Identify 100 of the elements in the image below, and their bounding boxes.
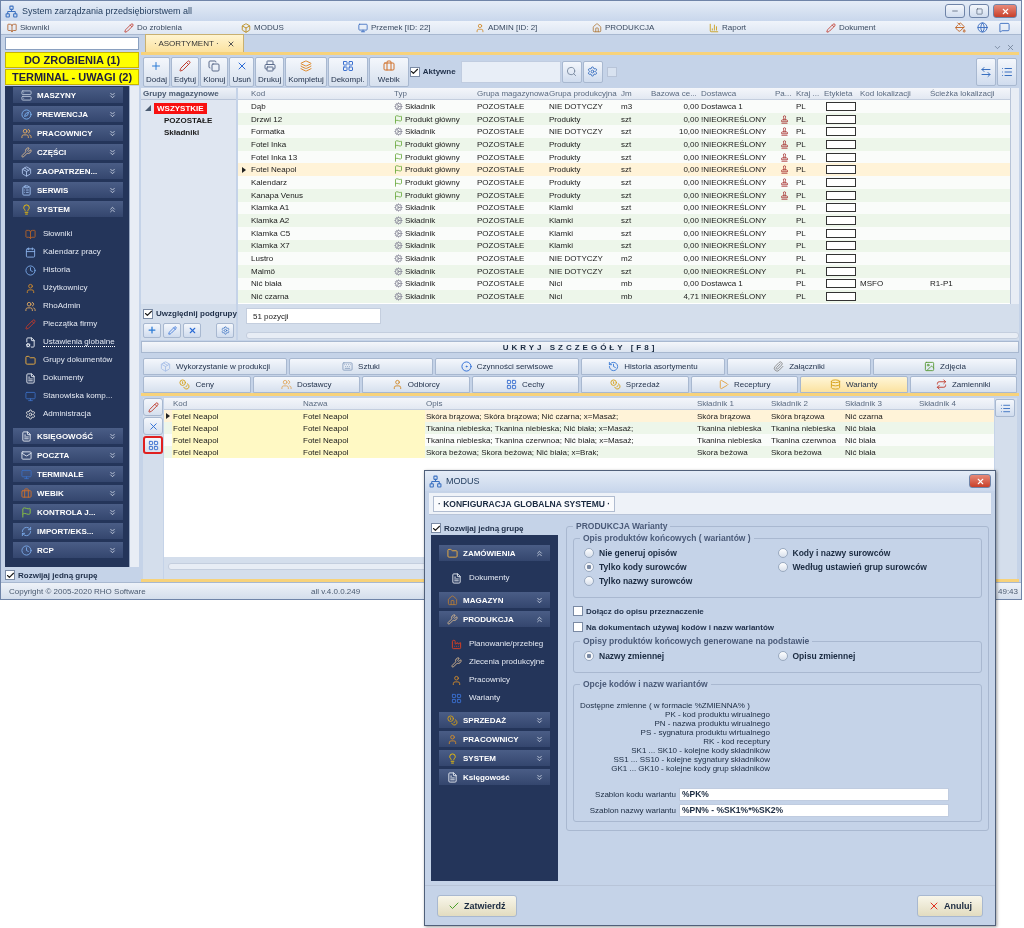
nav-item[interactable]: Kalendarz pracy	[21, 243, 123, 261]
radio-button[interactable]	[584, 651, 594, 661]
checkbox[interactable]	[573, 622, 583, 632]
tab[interactable]: Cechy	[471, 376, 579, 393]
nav-item[interactable]: Historia	[21, 261, 123, 279]
column-header[interactable]: Kraj ...	[795, 88, 823, 99]
toolbar-button[interactable]: Webik	[368, 56, 409, 87]
dialog-button[interactable]: Zatwierdź	[437, 894, 517, 917]
menu-item[interactable]: ADMIN [ID: 2]	[475, 21, 592, 34]
checkbox[interactable]	[431, 523, 441, 533]
column-header[interactable]: Bazowa ce...	[650, 88, 700, 99]
radio-button[interactable]	[584, 562, 594, 572]
nav-group-header[interactable]: SPRZEDAŻ	[439, 712, 550, 728]
tab[interactable]: Receptury	[690, 376, 798, 393]
nav-group-header[interactable]: PRACOWNICY	[13, 125, 123, 141]
nav-item[interactable]: Pieczątka firmy	[21, 315, 123, 333]
tree-node[interactable]: Składniki	[161, 126, 203, 138]
nav-item[interactable]: Planowanie/przebieg	[447, 635, 550, 653]
column-header[interactable]: Kod	[250, 88, 393, 99]
nav-group-header[interactable]: PRACOWNICY	[439, 731, 550, 747]
nav-group-header[interactable]: IMPORT/EKS...	[13, 523, 123, 539]
table-row[interactable]: Kalendarz Produkt główny POZOSTAŁE Produkty szt 0,00 !NIEOKREŚLONY PL	[238, 176, 1010, 189]
input-field[interactable]: %PN% - %SK1%*%SK2%	[679, 803, 949, 817]
close-button[interactable]	[969, 474, 991, 488]
toolbar-button[interactable]: Drukuj	[255, 56, 285, 87]
nav-group-header[interactable]: ZAMÓWIENIA	[439, 545, 550, 561]
horizontal-scrollbar[interactable]	[246, 332, 1019, 339]
dropdown-icon[interactable]	[993, 43, 1002, 52]
nav-group-header[interactable]: MAGAZYN	[439, 592, 550, 608]
refresh-button[interactable]	[976, 57, 996, 86]
column-header[interactable]: Opis	[425, 398, 696, 409]
radio-button[interactable]	[584, 576, 594, 586]
toggle-square[interactable]	[606, 66, 617, 77]
search-button[interactable]	[561, 60, 582, 83]
radio-button[interactable]	[584, 548, 594, 558]
tab[interactable]: Dostawcy	[252, 376, 360, 393]
column-header[interactable]: Składnik 4	[918, 398, 991, 409]
alert-banner[interactable]: TERMINAL - UWAGI (2)	[5, 69, 139, 85]
expanded-triangle-icon[interactable]	[145, 105, 151, 111]
menu-item[interactable]: MODUS	[241, 21, 358, 34]
nav-group-header[interactable]: CZĘŚCI	[13, 144, 123, 160]
menu-item[interactable]: Raport	[709, 21, 826, 34]
tab[interactable]: Ceny	[143, 376, 251, 393]
menu-item[interactable]: Do zrobienia	[124, 21, 241, 34]
settings-button[interactable]	[582, 60, 603, 83]
table-row[interactable]: Lustro Składnik POZOSTAŁE NIE DOTYCZY m2 0,00 !NIEOKREŚLONY PL	[238, 252, 1010, 265]
tab[interactable]: Zdjęcia	[873, 358, 1017, 375]
nav-item[interactable]: Dokumenty	[21, 369, 123, 387]
tab[interactable]: Wykorzystanie w produkcji	[143, 358, 287, 375]
nav-group-header[interactable]: SERWIS	[13, 182, 123, 198]
radio-button[interactable]	[777, 562, 788, 572]
toolbar-button[interactable]: Dodaj	[143, 56, 170, 87]
close-button[interactable]	[993, 4, 1017, 18]
menu-item[interactable]: Dokument	[826, 21, 943, 34]
alert-banner[interactable]: DO ZROBIENIA (1)	[5, 52, 139, 68]
tab[interactable]: Sztuki	[289, 358, 433, 375]
input-field[interactable]: %PK%	[679, 787, 949, 801]
table-row[interactable]: Formatka Składnik POZOSTAŁE NIE DOTYCZY szt 10,00 !NIEOKREŚLONY PL	[238, 125, 1010, 139]
table-row[interactable]: Dąb Składnik POZOSTAŁE NIE DOTYCZY m3 0,00 Dostawca 1 PL	[238, 100, 1010, 113]
tab[interactable]: Historia asortymentu	[581, 358, 725, 375]
tab[interactable]: Odbiorcy	[362, 376, 470, 393]
nav-group-header[interactable]: PREWENCJA	[13, 106, 123, 122]
checkbox[interactable]	[143, 308, 153, 319]
column-header[interactable]: Składnik 1	[696, 398, 770, 409]
menu-item[interactable]: Przemek [ID: 22]	[358, 21, 475, 34]
menu-item[interactable]: Słowniki	[7, 21, 124, 34]
vertical-scrollbar[interactable]	[1010, 88, 1019, 304]
nav-group-header[interactable]: MASZYNY	[13, 87, 123, 103]
tab[interactable]: Załączniki	[727, 358, 871, 375]
table-row[interactable]: Fotel Neapol Produkt główny POZOSTAŁE Produkty szt 0,00 !NIEOKREŚLONY PL	[238, 163, 1010, 177]
tab[interactable]: Zamienniki	[909, 376, 1017, 393]
nav-group-header[interactable]: POCZTA	[13, 447, 123, 463]
nav-group-header[interactable]: SYSTEM	[439, 750, 550, 766]
table-row[interactable]: Fotel Neapol Fotel Neapol Skóra brązowa; Skóra brązowa; Nić czarna; x=Masaż; Skóra brązowa Skóra brązowa Nić czarna	[164, 410, 994, 422]
nav-group-header[interactable]: KSIĘGOWOŚĆ	[13, 428, 123, 444]
columns-button[interactable]	[995, 399, 1015, 417]
nav-item[interactable]: Dokumenty	[447, 569, 550, 587]
toolbar-button[interactable]: Edytuj	[170, 56, 200, 87]
checkbox[interactable]	[409, 66, 420, 77]
section-tab[interactable]: · KONFIGURACJA GLOBALNA SYSTEMU ·	[433, 495, 616, 512]
nav-group-header[interactable]: ZAOPATRZEN...	[13, 163, 123, 179]
column-header[interactable]: Składnik 2	[770, 398, 844, 409]
nav-group-header[interactable]: PRODUKCJA	[439, 611, 550, 627]
tool-button[interactable]	[143, 436, 163, 454]
tool-button[interactable]	[143, 398, 163, 416]
toolbar-button[interactable]: Kompletuj	[285, 56, 327, 87]
nav-group-header[interactable]: TERMINALE	[13, 466, 123, 482]
column-header[interactable]: Etykieta	[823, 88, 859, 99]
tab[interactable]: Warianty	[800, 376, 908, 393]
nav-item[interactable]: Słowniki	[21, 225, 123, 243]
tab[interactable]: Czynności serwisowe	[435, 358, 579, 375]
filter-field[interactable]	[460, 60, 561, 83]
nav-group-header[interactable]: Księgowość	[439, 769, 550, 785]
table-row[interactable]: Fotel Neapol Fotel Neapol Tkanina niebieska; Tkanina czerwnoa; Nić biała; x=Masaż; Tkanina niebieska Tkanina czerwnoa Nić biała	[164, 434, 994, 446]
nav-item[interactable]: Pracownicy	[447, 671, 550, 689]
checkbox[interactable]	[573, 606, 583, 616]
table-row[interactable]: Fotel Inka Produkt główny POZOSTAŁE Produkty szt 0,00 !NIEOKREŚLONY PL	[238, 138, 1010, 151]
tab[interactable]: Sprzedaż	[581, 376, 689, 393]
toolbar-button[interactable]: Klonuj	[200, 56, 229, 87]
column-header[interactable]: Pa...	[774, 88, 795, 99]
